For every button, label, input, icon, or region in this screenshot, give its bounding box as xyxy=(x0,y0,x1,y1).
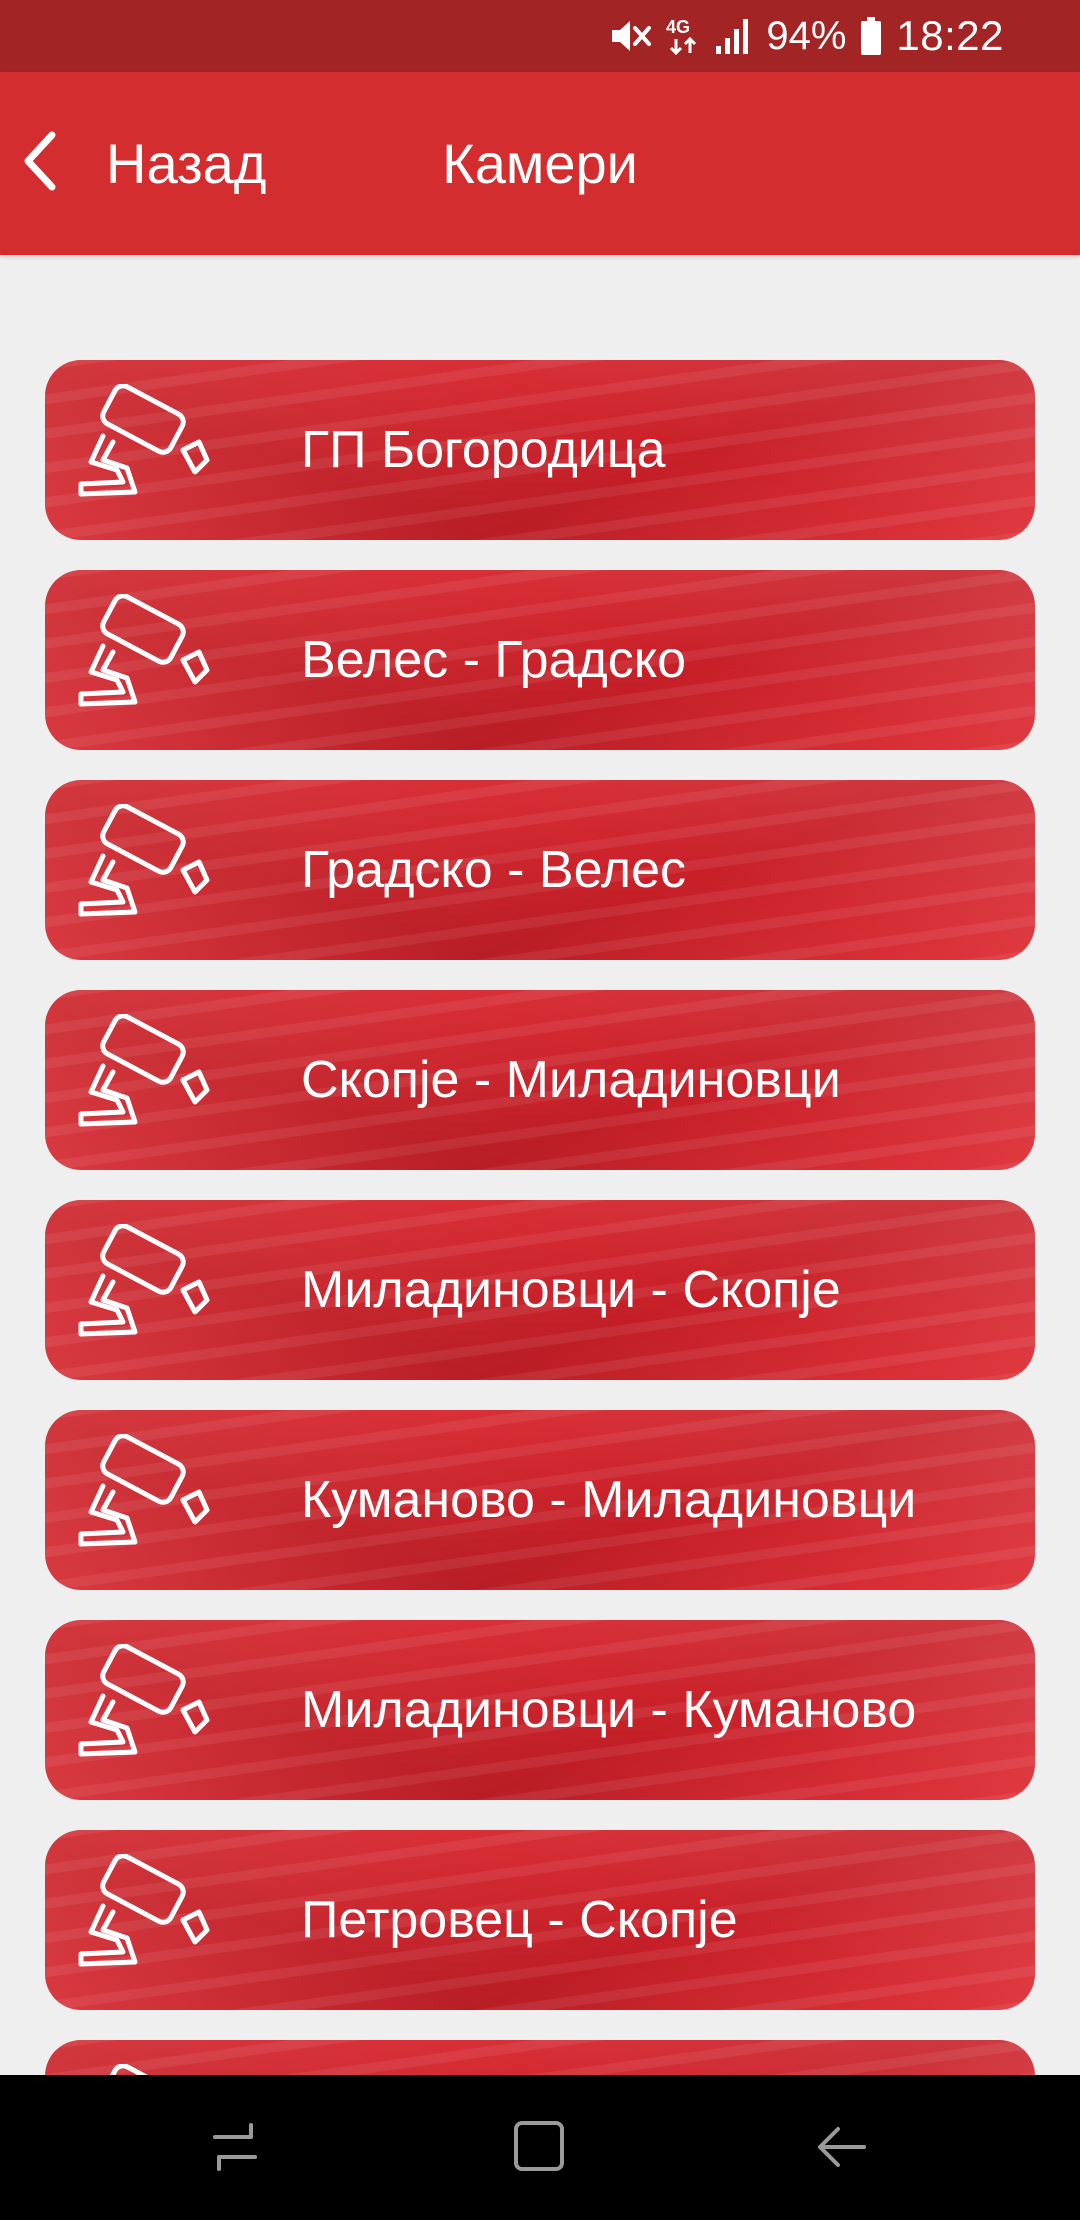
back-button[interactable]: Назад xyxy=(20,120,266,206)
security-camera-icon xyxy=(75,383,215,516)
camera-list-item-label: Велес - Градско xyxy=(301,631,687,689)
battery-percent: 94% xyxy=(766,13,847,58)
security-camera-icon xyxy=(75,803,215,936)
back-nav-icon[interactable] xyxy=(812,2117,872,2177)
status-icons: 4G 94% 18:22 xyxy=(608,0,1004,72)
security-camera-icon xyxy=(75,1643,215,1776)
network-4g-icon: 4G xyxy=(666,15,700,57)
security-camera-icon xyxy=(75,1223,215,1356)
camera-list-item[interactable]: Градско - Велес xyxy=(45,780,1035,960)
network-label: 4G xyxy=(666,17,690,37)
camera-list[interactable]: ГП Богородица Велес - Градско Градско - Ве… xyxy=(0,255,1080,2075)
security-camera-icon xyxy=(75,2063,215,2075)
chevron-left-icon xyxy=(20,129,60,198)
camera-list-item-label: Градско - Велес xyxy=(301,841,687,899)
signal-icon xyxy=(714,16,752,56)
camera-list-item[interactable]: Миладиновци - Скопје xyxy=(45,1200,1035,1380)
app-bar: Назад Камери xyxy=(0,72,1080,255)
camera-list-item[interactable]: Петровец - Скопје xyxy=(45,1830,1035,2010)
camera-list-item-label: Скопје - Миладиновци xyxy=(301,1051,841,1109)
navigation-bar xyxy=(0,2075,1080,2220)
camera-list-item-label: Миладиновци - Скопје xyxy=(301,1261,841,1319)
camera-list-item[interactable]: Миладиновци - Куманово xyxy=(45,1620,1035,1800)
camera-list-item-label: Куманово - Миладиновци xyxy=(301,1471,917,1529)
camera-list-item[interactable]: Велес - Градско xyxy=(45,570,1035,750)
security-camera-icon xyxy=(75,1853,215,1986)
security-camera-icon xyxy=(75,1013,215,1146)
camera-list-item[interactable] xyxy=(45,2040,1035,2075)
camera-list-item-label: ГП Богородица xyxy=(301,421,666,479)
mute-icon xyxy=(608,16,652,56)
camera-list-item-label: Петровец - Скопје xyxy=(301,1891,738,1949)
camera-list-item[interactable]: Куманово - Миладиновци xyxy=(45,1410,1035,1590)
security-camera-icon xyxy=(75,593,215,726)
camera-list-item[interactable]: Скопје - Миладиновци xyxy=(45,990,1035,1170)
home-icon[interactable] xyxy=(510,2117,570,2177)
status-bar: 4G 94% 18:22 xyxy=(0,0,1080,72)
battery-icon xyxy=(860,16,882,56)
back-label: Назад xyxy=(106,131,267,195)
recent-apps-icon[interactable] xyxy=(205,2117,265,2177)
clock: 18:22 xyxy=(896,12,1004,59)
camera-list-item-label: Миладиновци - Куманово xyxy=(301,1681,917,1739)
security-camera-icon xyxy=(75,1433,215,1566)
camera-list-item[interactable]: ГП Богородица xyxy=(45,360,1035,540)
